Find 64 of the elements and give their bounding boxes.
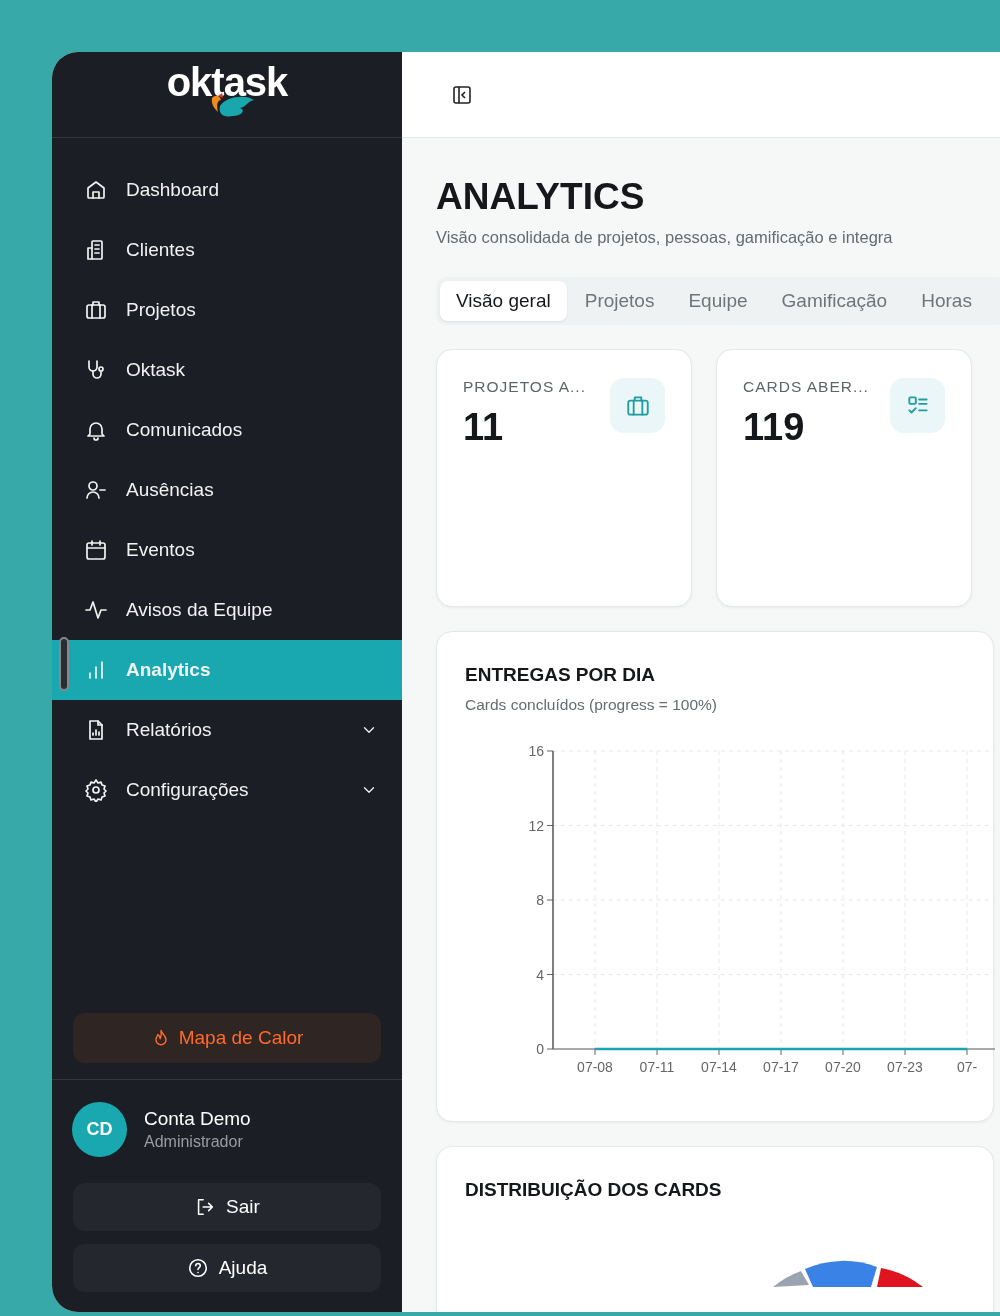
page-subtitle: Visão consolidada de projetos, pessoas, gamificação e integra: [436, 228, 894, 247]
nav-item[interactable]: Oktask: [52, 340, 402, 400]
x-tick: 07-: [956, 1048, 978, 1075]
tab[interactable]: Visão geral: [440, 281, 567, 321]
nav-item[interactable]: Ausências: [52, 460, 402, 520]
scrollbar-thumb[interactable]: [59, 637, 69, 691]
help-icon: [186, 1257, 209, 1279]
user-role: Administrador: [144, 1133, 244, 1151]
chart-title: ENTREGAS POR DIA: [465, 664, 657, 686]
x-tick-label: 07-: [956, 1059, 978, 1075]
y-tick-label: 8: [536, 892, 545, 908]
x-tick-label: 07-17: [763, 1059, 800, 1075]
nav-item[interactable]: Clientes: [52, 220, 402, 280]
sidebar-toggle-icon[interactable]: [452, 84, 472, 105]
nav-item[interactable]: Relatórios: [52, 700, 402, 760]
stat-label: CARDS ABER...: [743, 378, 869, 396]
x-tick: 07-14: [701, 1048, 737, 1075]
x-tick: 07-20: [825, 1048, 861, 1075]
help-button[interactable]: Ajuda: [73, 1244, 381, 1292]
y-tick-label: 16: [528, 743, 545, 759]
y-tick-label: 4: [536, 966, 545, 983]
nav-item[interactable]: Comunicados: [52, 400, 402, 460]
heatmap-button[interactable]: Mapa de Calor: [73, 1013, 381, 1063]
x-tick-label: 07-08: [577, 1059, 614, 1075]
y-tick-label: 0: [536, 1041, 545, 1057]
tab[interactable]: Projetos: [568, 281, 671, 321]
logout-button[interactable]: Sair: [73, 1183, 381, 1231]
y-tick: 8: [536, 892, 554, 908]
y-tick: 4: [536, 966, 554, 983]
x-tick-label: 07-23: [887, 1059, 924, 1075]
calendar-icon: [84, 538, 108, 562]
settings-icon: [84, 778, 108, 802]
x-tick-label: 07-11: [639, 1059, 675, 1075]
user-minus-icon: [84, 478, 108, 502]
user-name: Conta Demo: [144, 1108, 251, 1130]
pulse-icon: [84, 598, 108, 622]
stat-label: PROJETOS A...: [463, 378, 586, 396]
tab[interactable]: Equipe: [672, 281, 764, 321]
stat-value: 11: [463, 406, 505, 449]
nav-item[interactable]: Dashboard: [52, 160, 402, 220]
page-title: ANALYTICS: [436, 175, 646, 219]
tab[interactable]: Horas: [905, 281, 988, 321]
logo-text: oktask: [166, 60, 288, 104]
briefcase-icon: [84, 298, 108, 322]
stat-value: 119: [743, 406, 806, 449]
x-tick: 07-08: [577, 1048, 613, 1075]
x-tick-label: 07-14: [701, 1059, 738, 1075]
y-tick: 12: [528, 817, 554, 834]
chart-title: DISTRIBUIÇÃO DOS CARDS: [465, 1179, 723, 1201]
nav-item[interactable]: Avisos da Equipe: [52, 580, 402, 640]
y-tick: 0: [536, 1041, 554, 1057]
x-tick: 07-11: [639, 1048, 675, 1075]
chart-subtitle: Cards concluídos (progress = 100%): [465, 696, 718, 714]
x-tick: 07-17: [763, 1048, 799, 1075]
home-icon: [84, 178, 108, 202]
user-avatar: CD: [72, 1102, 127, 1157]
nav-item[interactable]: Eventos: [52, 520, 402, 580]
y-tick-label: 12: [528, 817, 545, 834]
nav-item[interactable]: Configurações: [52, 760, 402, 820]
x-tick-label: 07-20: [825, 1059, 862, 1075]
y-tick: 16: [528, 743, 554, 759]
x-tick: 07-23: [887, 1048, 923, 1075]
nav-item[interactable]: Projetos: [52, 280, 402, 340]
tab[interactable]: Gamificação: [765, 281, 904, 321]
